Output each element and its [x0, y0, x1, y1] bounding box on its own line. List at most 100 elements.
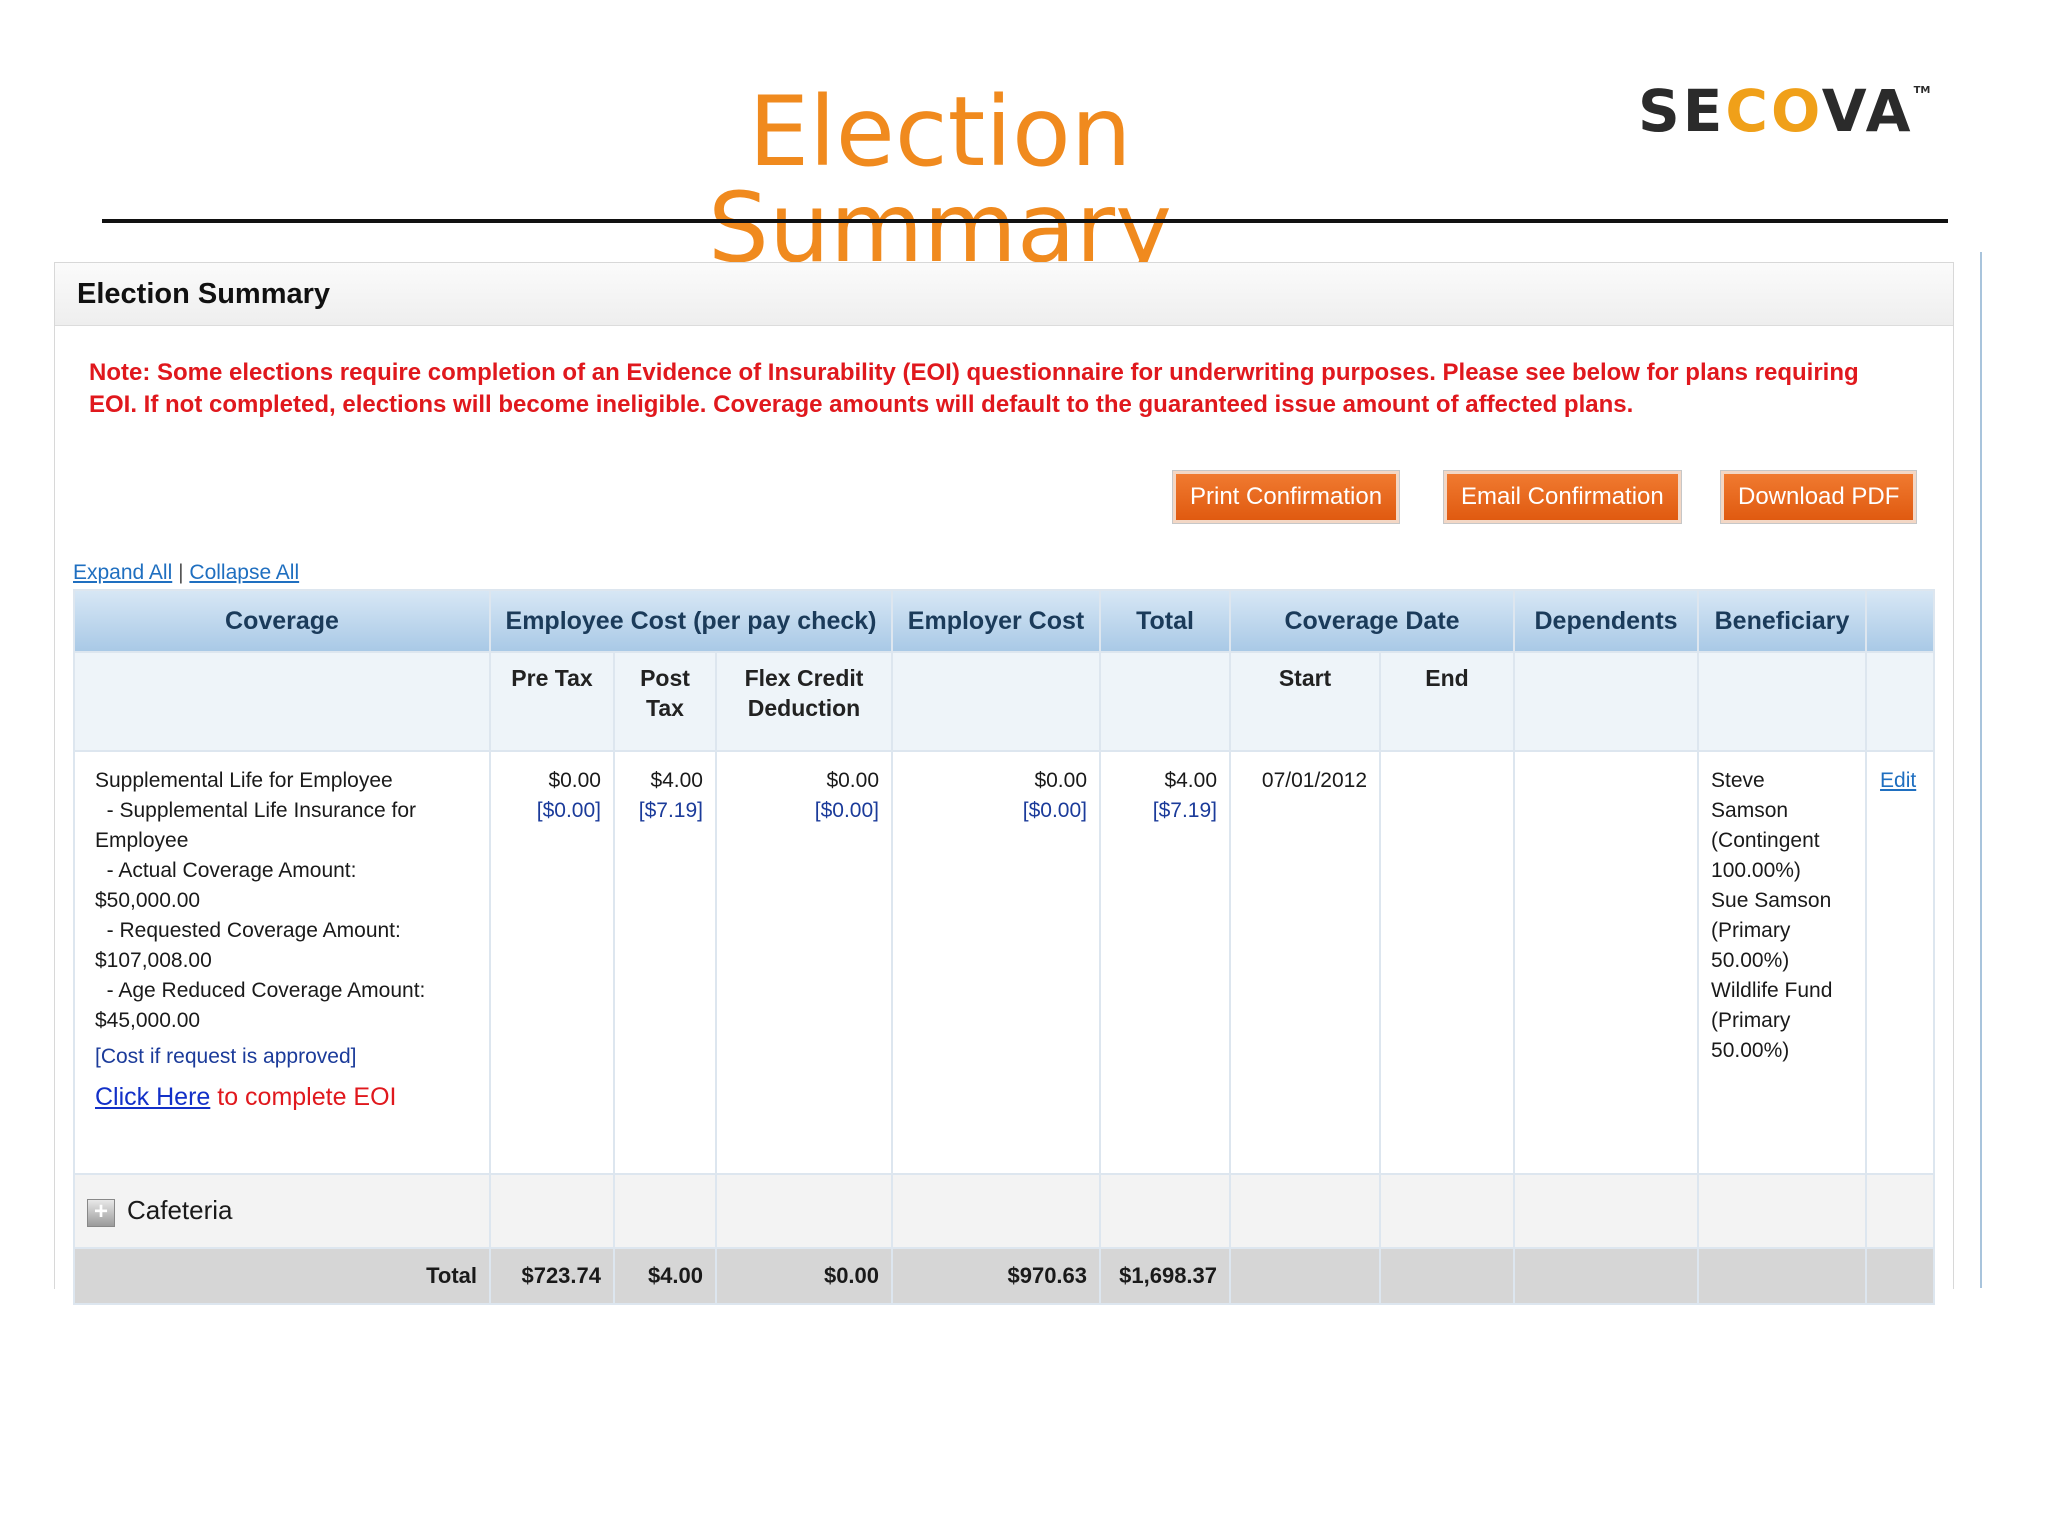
flex-value: $0.00	[826, 769, 880, 792]
totals-empty	[1865, 1247, 1936, 1305]
email-confirmation-button[interactable]: Email Confirmation	[1444, 471, 1681, 523]
col-employee-cost: Employee Cost (per pay check)	[488, 589, 894, 653]
coverage-line: - Requested Coverage Amount:	[95, 919, 401, 942]
panel-header: Election Summary	[55, 263, 1953, 326]
expand-all-link[interactable]: Expand All	[73, 561, 172, 584]
total-cell: $4.00 [$7.19]	[1099, 750, 1232, 1175]
col-total: Total	[1099, 589, 1232, 653]
totals-empty	[1697, 1247, 1868, 1305]
pre-tax-value: $0.00	[548, 769, 601, 792]
pre-tax-requested: [$0.00]	[536, 799, 601, 822]
subheader-empty	[73, 651, 491, 752]
subheader-employer-empty	[891, 651, 1102, 752]
eoi-text: to complete EOI	[210, 1083, 397, 1111]
logo-text-accent: CO	[1725, 77, 1822, 145]
cafeteria-empty	[714, 1173, 894, 1249]
totals-empty	[1229, 1247, 1382, 1305]
totals-empty	[1379, 1247, 1516, 1305]
cafeteria-empty	[489, 1173, 615, 1249]
start-date-cell: 07/01/2012	[1229, 750, 1382, 1175]
totals-post-tax: $4.00	[613, 1247, 717, 1305]
header-row: Coverage Employee Cost (per pay check) E…	[73, 589, 1936, 653]
subheader-actions-empty	[1865, 651, 1936, 752]
cafeteria-row[interactable]: + Cafeteria	[73, 1173, 1936, 1249]
beneficiary-line: (Primary	[1711, 919, 1791, 942]
slide-title: Election Summary	[708, 76, 1172, 284]
beneficiary-line: 50.00%)	[1711, 1039, 1790, 1062]
edit-cell: Edit	[1865, 750, 1936, 1175]
employer-requested: [$0.00]	[1022, 799, 1088, 822]
coverage-line: Supplemental Life for Employee	[95, 769, 393, 792]
eoi-prompt: Click Here to complete EOI	[95, 1082, 481, 1112]
beneficiary-line: Samson	[1711, 799, 1789, 822]
subheader-flex-line1: Flex Credit	[744, 665, 864, 691]
cafeteria-empty	[1513, 1173, 1700, 1249]
expand-plus-icon[interactable]: +	[87, 1198, 115, 1227]
totals-pre-tax: $723.74	[489, 1247, 615, 1305]
total-value: $4.00	[1164, 769, 1218, 792]
beneficiary-line: Steve	[1711, 769, 1765, 792]
totals-empty	[1513, 1247, 1700, 1305]
coverage-line: Employee	[95, 829, 189, 852]
expand-collapse-links: Expand All | Collapse All	[73, 561, 299, 585]
beneficiary-line: (Contingent	[1711, 829, 1820, 852]
coverage-line: $45,000.00	[95, 1009, 201, 1032]
print-confirmation-button[interactable]: Print Confirmation	[1173, 471, 1400, 523]
subheader-end: End	[1379, 651, 1516, 752]
beneficiary-line: (Primary	[1711, 1009, 1791, 1032]
post-tax-requested: [$7.19]	[638, 799, 703, 822]
logo-text-1: SE	[1638, 77, 1726, 145]
cafeteria-label: Cafeteria	[127, 1195, 233, 1226]
cafeteria-empty	[1379, 1173, 1516, 1249]
totals-flex: $0.00	[714, 1247, 894, 1305]
col-coverage: Coverage	[73, 589, 491, 653]
cafeteria-empty	[1099, 1173, 1232, 1249]
table-row: Supplemental Life for Employee - Supplem…	[73, 750, 1936, 1175]
coverage-line: - Age Reduced Coverage Amount:	[95, 979, 426, 1002]
subheader-flex-line2: Deduction	[747, 695, 861, 721]
subheader-beneficiary-empty	[1697, 651, 1868, 752]
collapse-all-link[interactable]: Collapse All	[189, 561, 299, 584]
cafeteria-empty	[613, 1173, 717, 1249]
eoi-note: Note: Some elections require completion …	[89, 359, 1859, 418]
coverage-line: - Actual Coverage Amount:	[95, 859, 357, 882]
beneficiary-line: 50.00%)	[1711, 949, 1790, 972]
col-coverage-date: Coverage Date	[1229, 589, 1516, 653]
col-employer-cost: Employer Cost	[891, 589, 1102, 653]
secova-logo: SECOVATM	[1638, 82, 1930, 140]
beneficiary-line: Sue Samson	[1711, 889, 1832, 912]
coverage-line: $50,000.00	[95, 889, 201, 912]
col-actions	[1865, 589, 1936, 653]
employer-cell: $0.00 [$0.00]	[891, 750, 1102, 1175]
flex-requested: [$0.00]	[814, 799, 880, 822]
totals-label: Total	[73, 1247, 491, 1305]
link-separator: |	[178, 561, 184, 584]
subheader-post-tax-line1: Post	[640, 665, 690, 691]
cafeteria-empty	[1229, 1173, 1382, 1249]
logo-text-2: VA	[1821, 77, 1914, 145]
total-requested: [$7.19]	[1152, 799, 1218, 822]
flex-cell: $0.00 [$0.00]	[714, 750, 894, 1175]
beneficiary-line: 100.00%)	[1711, 859, 1801, 882]
eoi-link[interactable]: Click Here	[95, 1083, 210, 1111]
cost-note: [Cost if request is approved]	[95, 1045, 357, 1068]
subheader-start: Start	[1229, 651, 1382, 752]
cafeteria-empty	[1865, 1173, 1936, 1249]
coverage-line: $107,008.00	[95, 949, 212, 972]
col-beneficiary: Beneficiary	[1697, 589, 1868, 653]
election-table: Coverage Employee Cost (per pay check) E…	[73, 589, 1936, 1305]
right-divider	[1980, 252, 1982, 1288]
coverage-line: - Supplemental Life Insurance for	[95, 799, 417, 822]
totals-total: $1,698.37	[1099, 1247, 1232, 1305]
subheader-row: Pre Tax Post Tax Flex Credit Deduction Sta…	[73, 651, 1936, 752]
beneficiary-cell: Steve Samson (Contingent 100.00%) Sue Sa…	[1697, 750, 1868, 1175]
cafeteria-empty	[891, 1173, 1102, 1249]
edit-link[interactable]: Edit	[1868, 769, 1916, 792]
download-pdf-button[interactable]: Download PDF	[1721, 471, 1917, 523]
title-divider	[102, 219, 1948, 223]
subheader-post-tax: Post Tax	[613, 651, 717, 752]
beneficiary-line: Wildlife Fund	[1711, 979, 1833, 1002]
logo-trademark: TM	[1913, 85, 1931, 96]
election-summary-panel: Election Summary Note: Some elections re…	[54, 262, 1954, 1305]
subheader-dependents-empty	[1513, 651, 1700, 752]
